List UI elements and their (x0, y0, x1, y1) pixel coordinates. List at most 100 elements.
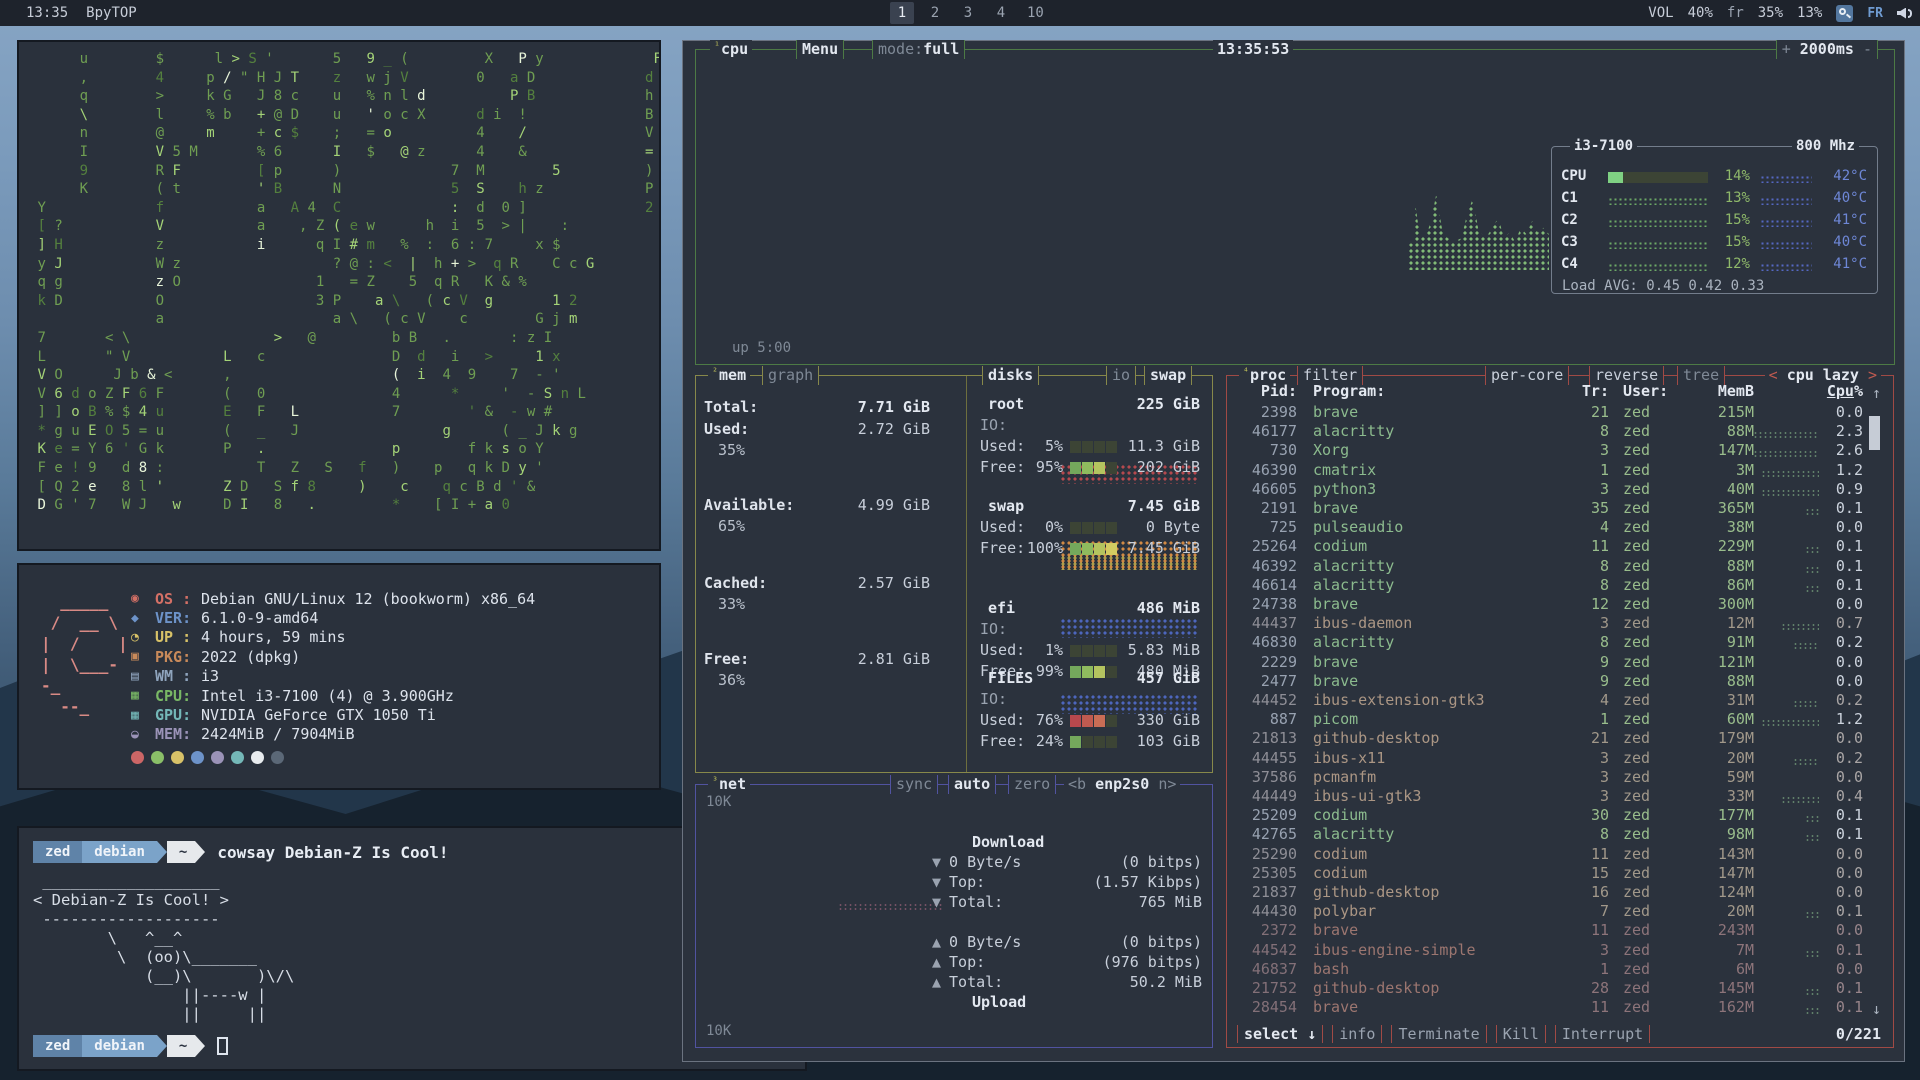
process-row[interactable]: 21813github-desktop21zed179M0.0 (1227, 729, 1893, 748)
workspace-button-1[interactable]: 1 (890, 2, 914, 24)
process-row[interactable]: 25209codium30zed177M0.1 (1227, 806, 1893, 825)
select-button[interactable]: select ↓ (1237, 1025, 1323, 1043)
bpytop-window: ¹ cpu Menu mode: full 13:35:53 + 2000ms … (682, 40, 1905, 1062)
process-cell: 46390 (1235, 461, 1297, 480)
mem-box-label: mem (719, 366, 746, 385)
disk-free-value: 202 GiB (1137, 457, 1200, 478)
volume-value[interactable]: 40% (1688, 5, 1713, 21)
info-button[interactable]: info (1332, 1025, 1382, 1043)
process-row[interactable]: 46614alacritty8zed86M0.1 (1227, 576, 1893, 595)
mode-button[interactable]: mode: full (872, 40, 965, 59)
process-cell: 12M (1682, 614, 1754, 633)
core-temp-graph (1760, 175, 1812, 183)
info-value: 2022 (dpkg) (201, 648, 300, 666)
magnifier-icon[interactable] (1836, 5, 1853, 22)
col-memory[interactable]: MemB (1682, 382, 1754, 401)
process-row[interactable]: 46177alacritty8zed88M2.3 (1227, 422, 1893, 441)
col-pid[interactable]: Pid: (1235, 382, 1297, 401)
terminal-fetch[interactable]: _____ / __ \ | / | | \___- -_ --_ ◉OS : … (17, 563, 661, 790)
workspace-button-3[interactable]: 3 (956, 2, 980, 24)
process-row[interactable]: 2372brave11zed243M0.0 (1227, 921, 1893, 940)
disks-toggle-button[interactable]: disks (982, 366, 1039, 385)
iface-prev[interactable]: <b (1068, 775, 1086, 794)
process-row[interactable]: 2477brave9zed88M0.0 (1227, 672, 1893, 691)
mem-box-hotkey: ² (712, 363, 718, 382)
process-row[interactable]: 25264codium11zed229M0.1 (1227, 537, 1893, 556)
process-row[interactable]: 21752github-desktop28zed145M0.1 (1227, 979, 1893, 998)
matrix-row: \ l % b + @ D u ' o c X d i ! B (29, 106, 655, 125)
process-row[interactable]: 25305codium15zed147M0.0 (1227, 864, 1893, 883)
process-row[interactable]: 2398brave21zed215M0.0 (1227, 403, 1893, 422)
workspace-button-10[interactable]: 10 (1022, 2, 1049, 24)
terminal-cmatrix[interactable]: u $ l > S ' 5 9 _ ( X P y F , 4 p / " H … (17, 40, 661, 551)
disk-used-percent: 1% (1025, 640, 1063, 661)
disk-size: 225 GiB (1137, 394, 1200, 415)
net-stat-value: (0 bitps) (1121, 933, 1202, 952)
process-cell: 3 (1527, 941, 1609, 960)
matrix-row: [ Q 2 e 8 l ' Z D S f 8 ) c q c B d ' & (29, 478, 655, 497)
process-row[interactable]: 46390cmatrix1zed3M1.2 (1227, 461, 1893, 480)
col-cpu[interactable]: Cpu% (1787, 382, 1863, 401)
disk-io-label: IO: (980, 415, 1007, 436)
disk-size: 457 GiB (1137, 668, 1200, 689)
process-row[interactable]: 46392alacritty8zed88M0.1 (1227, 557, 1893, 576)
process-row[interactable]: 24738brave12zed300M0.0 (1227, 595, 1893, 614)
interval-decrease[interactable]: - (1863, 40, 1872, 59)
process-row[interactable]: 46830alacritty8zed91M0.2 (1227, 633, 1893, 652)
process-row[interactable]: 46837bash1zed6M0.0 (1227, 960, 1893, 979)
process-row[interactable]: 2191brave35zed365M0.1 (1227, 499, 1893, 518)
process-row[interactable]: 37586pcmanfm3zed59M0.0 (1227, 768, 1893, 787)
cpu-box-label: cpu (721, 40, 748, 59)
menu-button[interactable]: Menu (796, 40, 844, 59)
interval-increase[interactable]: + (1782, 40, 1791, 59)
info-value: 6.1.0-9-amd64 (201, 609, 318, 627)
terminal-cursor[interactable] (217, 1037, 228, 1055)
auto-button[interactable]: auto (948, 775, 996, 794)
process-row[interactable]: 44452ibus-extension-gtk34zed31M0.2 (1227, 691, 1893, 710)
process-row[interactable]: 44542ibus-engine-simple3zed7M0.1 (1227, 941, 1893, 960)
swap-toggle-button[interactable]: swap (1144, 366, 1192, 385)
interval-control[interactable]: + 2000ms - (1776, 40, 1878, 59)
keyboard-layout[interactable]: FR (1867, 6, 1883, 21)
process-row[interactable]: 44455ibus-x113zed20M0.2 (1227, 749, 1893, 768)
process-row[interactable]: 44449ibus-ui-gtk33zed33M0.4 (1227, 787, 1893, 806)
process-cell: 8 (1527, 825, 1609, 844)
disk-used-row: Used:1%5.83 MiB (978, 640, 1206, 661)
io-toggle-button[interactable]: io (1106, 366, 1136, 385)
interrupt-button[interactable]: Interrupt (1555, 1025, 1650, 1043)
process-row[interactable]: 28454brave11zed162M0.1 (1227, 998, 1893, 1017)
zero-button[interactable]: zero (1008, 775, 1056, 794)
process-row[interactable]: 25290codium11zed143M0.0 (1227, 845, 1893, 864)
kill-button[interactable]: Kill (1496, 1025, 1546, 1043)
col-program[interactable]: Program: (1313, 382, 1385, 401)
process-row[interactable]: 725pulseaudio4zed38M0.0 (1227, 518, 1893, 537)
process-cell: 0.1 (1787, 806, 1863, 825)
process-row[interactable]: 887picom1zed60M1.2 (1227, 710, 1893, 729)
process-row[interactable]: 21837github-desktop16zed124M0.0 (1227, 883, 1893, 902)
workspace-button-4[interactable]: 4 (989, 2, 1013, 24)
process-row[interactable]: 44430polybar7zed20M0.1 (1227, 902, 1893, 921)
process-cell: 31M (1682, 691, 1754, 710)
matrix-row: n @ m + c $ ; = o 4 / V (29, 124, 655, 143)
process-cell: zed (1623, 941, 1650, 960)
scroll-up-arrow[interactable]: ↑ (1872, 384, 1881, 403)
sync-button[interactable]: sync (890, 775, 938, 794)
process-row[interactable]: 2229brave9zed121M0.0 (1227, 653, 1893, 672)
iface-next[interactable]: n> (1158, 775, 1176, 794)
process-cell: 28454 (1235, 998, 1297, 1017)
col-threads[interactable]: Tr: (1527, 382, 1609, 401)
process-cell: polybar (1313, 902, 1376, 921)
interface-switcher[interactable]: <b enp2s0 n> (1064, 775, 1180, 794)
process-row[interactable]: 730Xorg3zed147M2.6 (1227, 441, 1893, 460)
col-user[interactable]: User: (1623, 382, 1668, 401)
workspace-button-2[interactable]: 2 (923, 2, 947, 24)
speaker-icon[interactable] (1897, 8, 1912, 19)
scroll-down-arrow[interactable]: ↓ (1872, 1000, 1881, 1019)
process-row[interactable]: 46605python33zed40M0.9 (1227, 480, 1893, 499)
process-row[interactable]: 44437ibus-daemon3zed12M0.7 (1227, 614, 1893, 633)
graph-toggle-button[interactable]: graph (762, 366, 819, 385)
process-row[interactable]: 42765alacritty8zed98M0.1 (1227, 825, 1893, 844)
disk-io-label: IO: (980, 689, 1007, 710)
terminate-button[interactable]: Terminate (1391, 1025, 1486, 1043)
memory-percent: 33% (718, 595, 745, 614)
